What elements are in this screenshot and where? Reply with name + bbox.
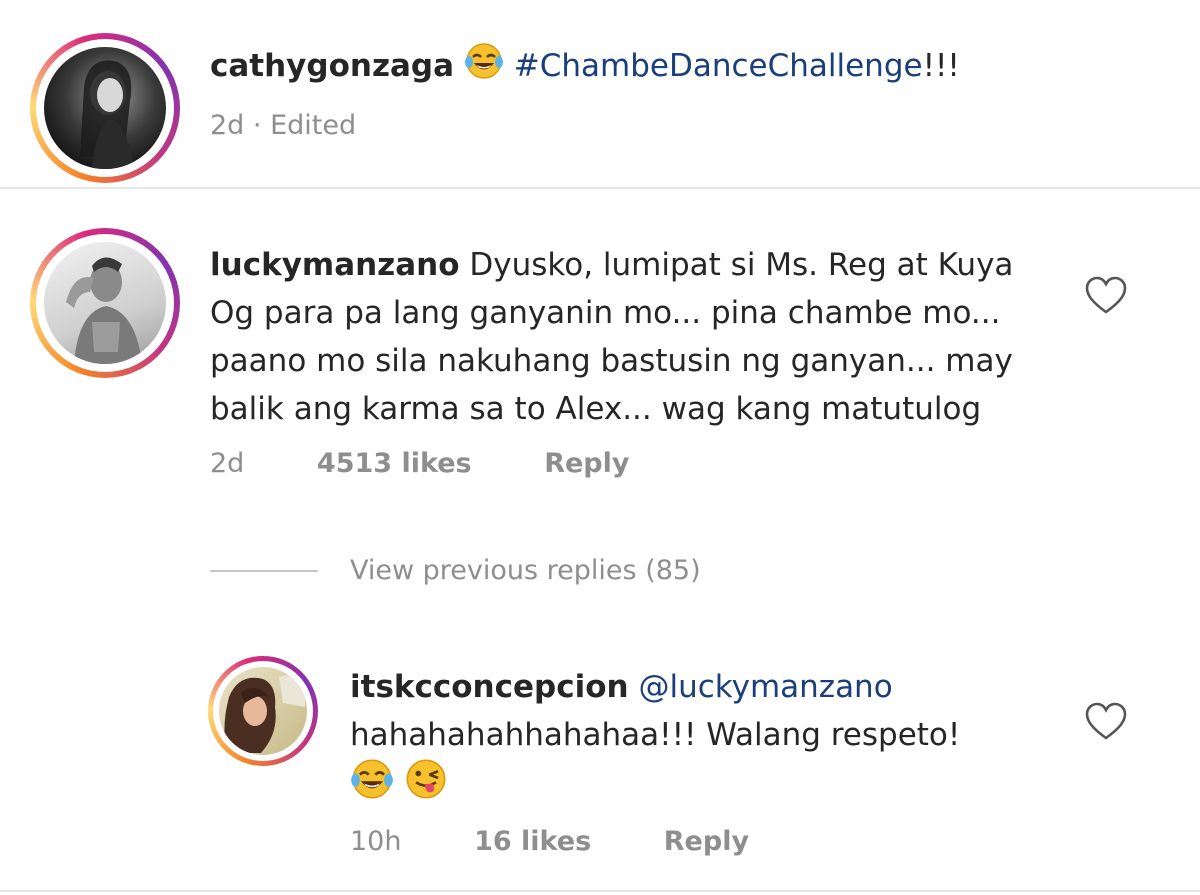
winking-face-with-tongue-icon	[404, 758, 448, 813]
caption-username[interactable]: cathygonzaga	[210, 48, 454, 84]
reply-time: 10h	[350, 826, 402, 857]
reply-emoji-line	[350, 758, 448, 813]
caption-meta: 2d · Edited	[210, 110, 357, 141]
hashtag-link[interactable]: #ChambeDanceChallenge	[514, 48, 923, 84]
reply-line-2: hahahahahhahahaa!!! Walang respeto!	[350, 717, 961, 753]
face-with-tears-of-joy-icon	[350, 758, 394, 813]
comment-username[interactable]: luckymanzano	[210, 247, 460, 283]
caption-suffix: !!!	[922, 48, 960, 84]
reply-mention[interactable]: @luckymanzano	[638, 669, 892, 705]
avatar-luckymanzano[interactable]	[30, 228, 180, 378]
reply-likes[interactable]: 16 likes	[474, 826, 591, 857]
comment-meta: 2d 4513 likes Reply	[210, 448, 629, 479]
avatar-photo	[219, 667, 307, 755]
instagram-comments: cathygonzaga #ChambeDanceChallenge!!! 2d…	[0, 0, 1200, 895]
avatar-photo	[44, 242, 166, 364]
heart-icon[interactable]	[1084, 702, 1128, 742]
comment-reply-button[interactable]: Reply	[544, 448, 629, 479]
comment-line-2: Og para pa lang ganyanin mo... pina cham…	[210, 295, 1001, 331]
heart-icon[interactable]	[1084, 276, 1128, 316]
reply-reply-button[interactable]: Reply	[664, 826, 749, 857]
replies-divider-line	[210, 570, 318, 572]
divider	[0, 890, 1200, 892]
comment-likes[interactable]: 4513 likes	[317, 448, 472, 479]
reply-line-1: itskcconcepcion @luckymanzano	[350, 664, 893, 710]
comment-line-1: luckymanzano Dyusko, lumipat si Ms. Reg …	[210, 242, 1013, 288]
comment-time: 2d	[210, 448, 245, 479]
comment-line-3: paano mo sila nakuhang bastusin ng ganya…	[210, 343, 1013, 379]
face-with-tears-of-joy-icon	[464, 42, 504, 93]
view-previous-replies-link[interactable]: View previous replies (85)	[350, 555, 701, 586]
divider	[0, 187, 1200, 189]
comment-text: Dyusko, lumipat si Ms. Reg at Kuya	[469, 247, 1014, 283]
comment-line-4: balik ang karma sa to Alex... wag kang m…	[210, 391, 982, 427]
reply-username[interactable]: itskcconcepcion	[350, 669, 629, 705]
avatar-cathygonzaga[interactable]	[30, 33, 180, 183]
avatar-itskcconcepcion[interactable]	[208, 656, 318, 766]
reply-meta: 10h 16 likes Reply	[350, 826, 749, 857]
avatar-photo	[44, 47, 166, 169]
caption-line: cathygonzaga #ChambeDanceChallenge!!!	[210, 42, 960, 93]
